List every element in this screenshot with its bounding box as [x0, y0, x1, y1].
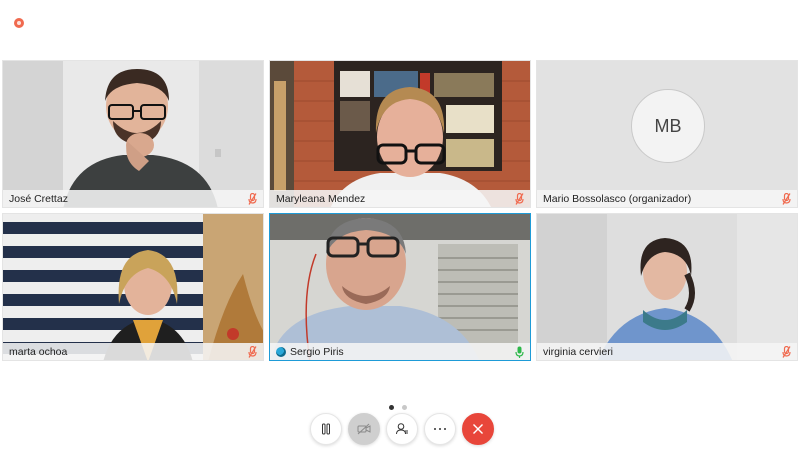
participants-button[interactable]	[386, 413, 418, 445]
end-call-icon	[473, 424, 483, 434]
page-indicator	[389, 405, 407, 410]
participant-name-bar: José Crettaz	[3, 190, 263, 207]
participant-video	[270, 61, 530, 207]
end-call-button[interactable]	[462, 413, 494, 445]
mic-muted-icon	[782, 345, 791, 358]
participant-name-bar: marta ochoa	[3, 343, 263, 360]
call-controls	[310, 413, 494, 445]
participant-video	[3, 61, 263, 207]
page-dot-2[interactable]	[402, 405, 407, 410]
participant-name: marta ochoa	[9, 345, 68, 358]
video-tile-maryleana-mendez[interactable]: Maryleana Mendez	[269, 60, 531, 208]
more-icon	[434, 428, 446, 430]
mic-active-icon	[515, 346, 524, 358]
video-tile-virginia-cervieri[interactable]: virginia cervieri	[536, 213, 798, 361]
participant-name-bar: virginia cervieri	[537, 343, 797, 360]
participant-name-bar: Sergio Piris	[270, 343, 530, 360]
video-button[interactable]	[348, 413, 380, 445]
participant-name: José Crettaz	[9, 192, 68, 205]
video-off-icon	[357, 423, 371, 435]
participants-icon	[396, 423, 408, 435]
participant-video	[270, 214, 530, 360]
mic-muted-icon	[782, 192, 791, 205]
participant-name-bar: Maryleana Mendez	[270, 190, 530, 207]
mic-muted-icon	[515, 192, 524, 205]
page-dot-1[interactable]	[389, 405, 394, 410]
video-tile-jose-crettaz[interactable]: José Crettaz	[2, 60, 264, 208]
avatar: MB	[631, 89, 705, 163]
mute-button[interactable]	[310, 413, 342, 445]
participant-video	[3, 214, 263, 360]
participant-name: Maryleana Mendez	[276, 192, 366, 205]
participant-name: virginia cervieri	[543, 345, 614, 358]
participant-name: Sergio Piris	[290, 345, 344, 358]
recording-indicator-icon	[14, 18, 24, 28]
participant-name: Mario Bossolasco (organizador)	[543, 192, 692, 205]
video-tile-marta-ochoa[interactable]: marta ochoa	[2, 213, 264, 361]
video-tile-mario-bossolasco[interactable]: MB Mario Bossolasco (organizador)	[536, 60, 798, 208]
mute-icon	[322, 423, 330, 435]
participant-name-bar: Mario Bossolasco (organizador)	[537, 190, 797, 207]
participant-video	[537, 214, 797, 360]
video-tile-sergio-piris[interactable]: Sergio Piris	[269, 213, 531, 361]
mic-muted-icon	[248, 345, 257, 358]
mic-muted-icon	[248, 192, 257, 205]
more-options-button[interactable]	[424, 413, 456, 445]
active-speaker-icon	[276, 346, 286, 357]
avatar-initials: MB	[654, 115, 682, 136]
